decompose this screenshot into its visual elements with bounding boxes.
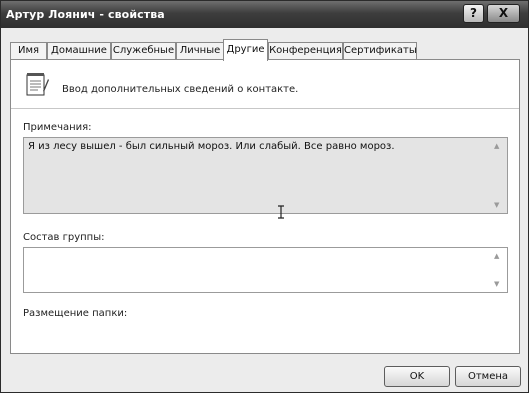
tab-panel-other: Ввод дополнительных сведений о контакте.… bbox=[10, 59, 520, 354]
tab-home[interactable]: Домашние bbox=[47, 42, 111, 60]
notes-text: Я из лесу вышел - был сильный мороз. Или… bbox=[28, 141, 395, 152]
tab-other[interactable]: Другие bbox=[223, 39, 268, 61]
notes-textarea[interactable]: Я из лесу вышел - был сильный мороз. Или… bbox=[23, 137, 508, 214]
title-bar[interactable]: Артур Лоянич - свойства ? X bbox=[1, 1, 528, 28]
tab-conference[interactable]: Конференция bbox=[268, 42, 343, 60]
scroll-down-arrow-icon[interactable]: ▼ bbox=[494, 201, 499, 209]
scroll-up-arrow-icon[interactable]: ▲ bbox=[494, 142, 499, 150]
cancel-button[interactable]: Отмена bbox=[455, 366, 521, 387]
ok-button[interactable]: OK bbox=[384, 366, 450, 387]
tab-business[interactable]: Служебные bbox=[111, 42, 176, 60]
group-label: Состав группы: bbox=[23, 232, 105, 243]
window-title: Артур Лоянич - свойства bbox=[6, 8, 165, 21]
scroll-down-arrow-icon[interactable]: ▼ bbox=[494, 280, 499, 288]
scroll-up-arrow-icon[interactable]: ▲ bbox=[494, 252, 499, 260]
tab-personal[interactable]: Личные bbox=[176, 42, 224, 60]
notes-scrollbar[interactable]: ▲ ▼ bbox=[491, 139, 506, 212]
help-button[interactable]: ? bbox=[463, 4, 484, 23]
tab-name[interactable]: Имя bbox=[10, 42, 47, 60]
text-cursor-icon bbox=[278, 205, 284, 219]
close-button[interactable]: X bbox=[487, 4, 520, 23]
folder-location-label: Размещение папки: bbox=[23, 308, 128, 319]
tab-certificates[interactable]: Сертификаты bbox=[343, 42, 417, 60]
group-scrollbar[interactable]: ▲ ▼ bbox=[491, 249, 506, 291]
intro-text: Ввод дополнительных сведений о контакте. bbox=[62, 84, 299, 95]
notepad-icon bbox=[26, 73, 49, 96]
properties-dialog: Артур Лоянич - свойства ? X Имя Домашние… bbox=[0, 0, 529, 393]
notes-label: Примечания: bbox=[23, 122, 92, 133]
divider bbox=[11, 108, 519, 109]
group-members-field[interactable]: ▲ ▼ bbox=[23, 247, 508, 293]
